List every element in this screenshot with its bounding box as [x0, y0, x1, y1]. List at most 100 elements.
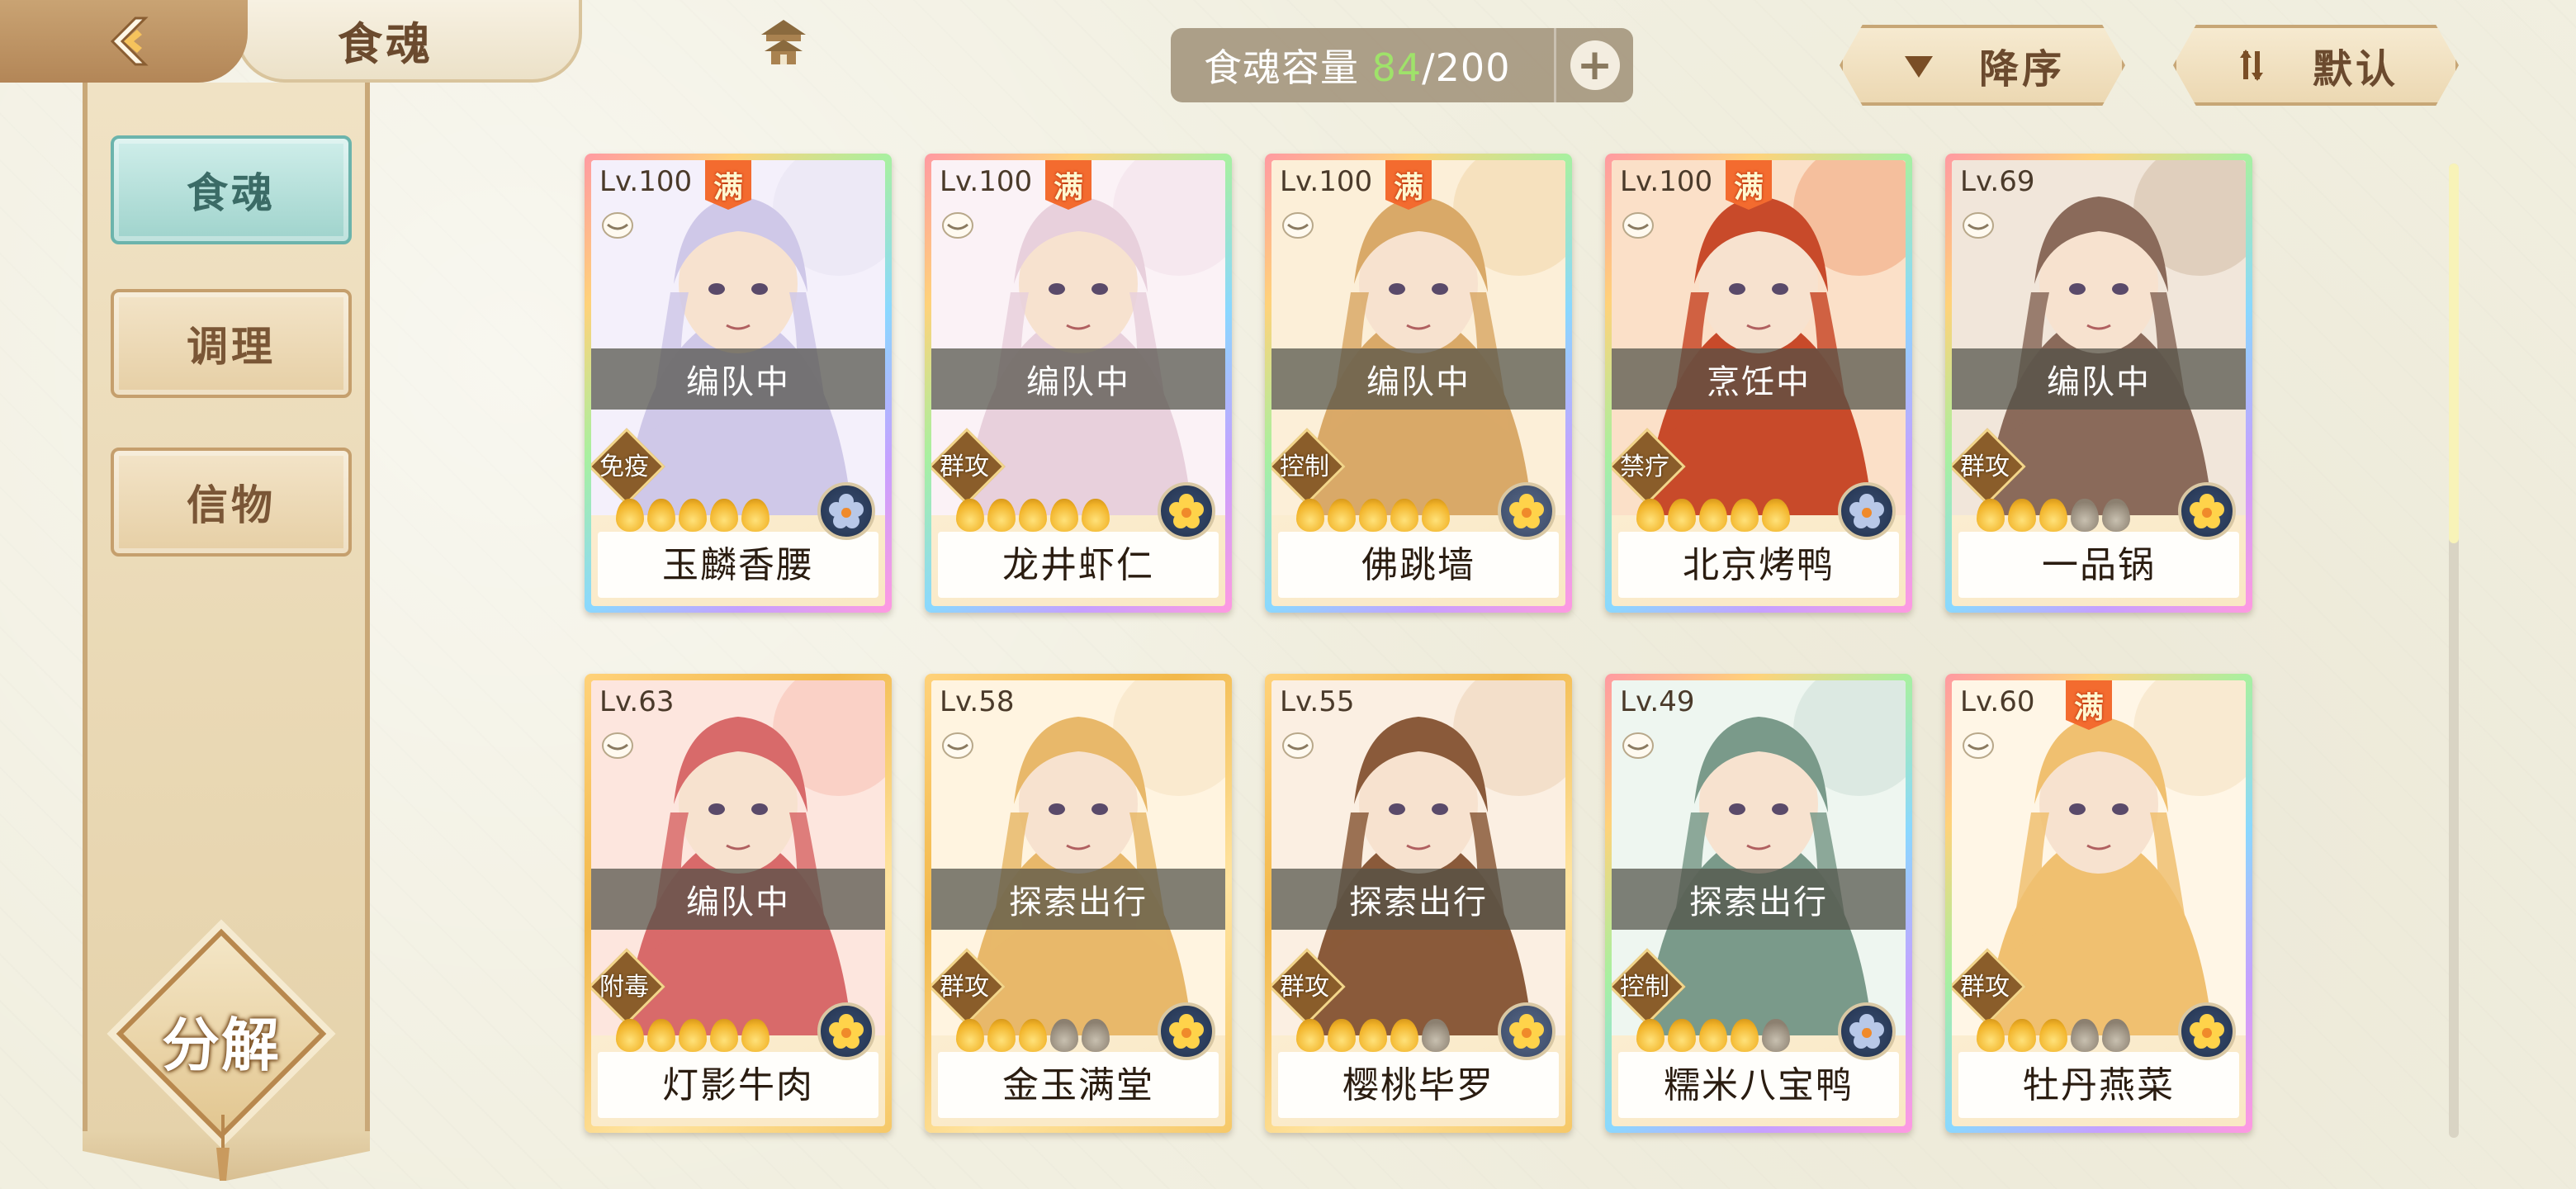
- character-name: 灯影牛肉: [662, 1064, 814, 1106]
- flame-icon: [1636, 499, 1664, 532]
- flame-icon: [1359, 1019, 1387, 1052]
- element-icon: [817, 482, 875, 540]
- page-title: 食魂: [338, 17, 433, 70]
- flame-icon: [1390, 1019, 1418, 1052]
- status-bar: 烹饪中: [1612, 348, 1906, 410]
- flame-rating: [956, 1019, 1110, 1052]
- flame-icon: [987, 499, 1016, 532]
- card-body: Lv.100 满 烹饪中 禁疗 北京烤鸭: [1612, 160, 1906, 606]
- sidebar-item-label: 调理: [187, 323, 276, 371]
- max-level-badge: 满: [2066, 680, 2112, 730]
- role-tag-label: 控制: [1620, 973, 1669, 1002]
- max-level-badge: 满: [1385, 160, 1432, 210]
- flame-rating: [1636, 499, 1790, 532]
- flame-icon: [987, 1019, 1016, 1052]
- card-body: Lv.69 编队中 群攻 一品锅: [1952, 160, 2246, 606]
- sort-order-button[interactable]: 降序: [1840, 25, 2125, 106]
- card-body: Lv.100 满 编队中 免疫 玉麟香腰: [591, 160, 885, 606]
- food-soul-card[interactable]: Lv.55 探索出行 群攻 樱桃毕罗: [1265, 674, 1572, 1133]
- flame-icon: [1328, 499, 1356, 532]
- food-soul-card[interactable]: Lv.49 探索出行 控制 糯米八宝鸭: [1605, 674, 1912, 1133]
- flame-icon: [1731, 1019, 1759, 1052]
- role-tag-label: 附毒: [599, 973, 649, 1002]
- food-soul-card[interactable]: Lv.100 满 烹饪中 禁疗 北京烤鸭: [1605, 154, 1912, 613]
- food-soul-card[interactable]: Lv.100 满 编队中 免疫 玉麟香腰: [585, 154, 892, 613]
- flame-icon: [2039, 1019, 2067, 1052]
- food-soul-card[interactable]: Lv.69 编队中 群攻 一品锅: [1945, 154, 2252, 613]
- level-label: Lv.55: [1280, 685, 1355, 718]
- pagoda-icon[interactable]: [755, 17, 812, 68]
- role-tag: 控制: [1612, 956, 1679, 1012]
- capacity-max: /200: [1422, 45, 1511, 90]
- sort-mode-button[interactable]: 默认: [2173, 25, 2459, 106]
- element-icon: [1498, 482, 1556, 540]
- decompose-label[interactable]: 分解: [124, 999, 319, 1082]
- food-soul-card[interactable]: Lv.63 编队中 附毒 灯影牛肉: [585, 674, 892, 1133]
- bowl-icon: [602, 732, 633, 759]
- sidebar-item-tiaoli[interactable]: 调理: [111, 289, 352, 398]
- card-body: Lv.49 探索出行 控制 糯米八宝鸭: [1612, 680, 1906, 1126]
- scrollbar[interactable]: [2449, 163, 2459, 1138]
- flame-icon: [1731, 499, 1759, 532]
- level-label: Lv.100: [1620, 165, 1713, 198]
- add-capacity-button[interactable]: +: [1554, 28, 1633, 102]
- back-button[interactable]: [0, 0, 248, 83]
- status-bar: 编队中: [591, 348, 885, 410]
- food-soul-card[interactable]: Lv.60 满 群攻 牡丹燕菜: [1945, 674, 2252, 1133]
- bowl-icon: [1963, 732, 1994, 759]
- flame-icon: [1699, 1019, 1727, 1052]
- element-flower-icon: [2190, 1014, 2224, 1049]
- flame-icon: [679, 499, 707, 532]
- flame-icon: [679, 1019, 707, 1052]
- level-label: Lv.100: [940, 165, 1033, 198]
- capacity-label: 食魂容量: [1204, 45, 1372, 90]
- flame-icon: [1668, 1019, 1696, 1052]
- status-bar: 探索出行: [931, 869, 1225, 930]
- element-icon: [2178, 1002, 2236, 1060]
- bowl-icon: [942, 732, 973, 759]
- scrollbar-thumb[interactable]: [2449, 163, 2459, 543]
- flame-icon: [1422, 1019, 1450, 1052]
- capacity-text: 食魂容量 84/200: [1171, 38, 1554, 92]
- flame-icon: [710, 1019, 738, 1052]
- back-icon: [110, 17, 149, 66]
- level-label: Lv.69: [1960, 165, 2035, 198]
- bowl-icon: [1282, 212, 1314, 239]
- food-soul-card[interactable]: Lv.100 满 编队中 控制 佛跳墙: [1265, 154, 1572, 613]
- flame-icon: [1050, 1019, 1078, 1052]
- element-icon: [1838, 482, 1896, 540]
- flame-rating: [1296, 1019, 1450, 1052]
- food-soul-card[interactable]: Lv.58 探索出行 群攻 金玉满堂: [925, 674, 1232, 1133]
- flame-icon: [1082, 1019, 1110, 1052]
- flame-icon: [1019, 1019, 1047, 1052]
- sidebar-item-xinwu[interactable]: 信物: [111, 448, 352, 557]
- role-tag-label: 群攻: [1280, 973, 1329, 1002]
- flame-icon: [616, 1019, 644, 1052]
- character-name: 金玉满堂: [1002, 1064, 1154, 1106]
- level-label: Lv.49: [1620, 685, 1695, 718]
- flame-rating: [616, 1019, 769, 1052]
- flame-icon: [1668, 499, 1696, 532]
- level-label: Lv.100: [1280, 165, 1373, 198]
- card-body: Lv.58 探索出行 群攻 金玉满堂: [931, 680, 1225, 1126]
- flame-icon: [2102, 1019, 2130, 1052]
- element-flower-icon: [1509, 1014, 1544, 1049]
- role-tag: 群攻: [1271, 956, 1339, 1012]
- card-body: Lv.55 探索出行 群攻 樱桃毕罗: [1271, 680, 1565, 1126]
- food-soul-card[interactable]: Lv.100 满 编队中 群攻 龙井虾仁: [925, 154, 1232, 613]
- flame-icon: [2008, 499, 2036, 532]
- flame-rating: [616, 499, 769, 532]
- element-flower-icon: [1169, 494, 1204, 528]
- flame-icon: [2071, 499, 2099, 532]
- flame-icon: [2008, 1019, 2036, 1052]
- flame-icon: [1359, 499, 1387, 532]
- sidebar-item-shihun[interactable]: 食魂: [111, 135, 352, 244]
- flame-icon: [1296, 1019, 1324, 1052]
- element-icon: [1498, 1002, 1556, 1060]
- character-name: 玉麟香腰: [662, 544, 814, 586]
- role-tag-label: 群攻: [940, 452, 989, 481]
- sort-desc-icon: [1904, 56, 1933, 78]
- element-icon: [817, 1002, 875, 1060]
- flame-icon: [1390, 499, 1418, 532]
- element-icon: [1158, 482, 1215, 540]
